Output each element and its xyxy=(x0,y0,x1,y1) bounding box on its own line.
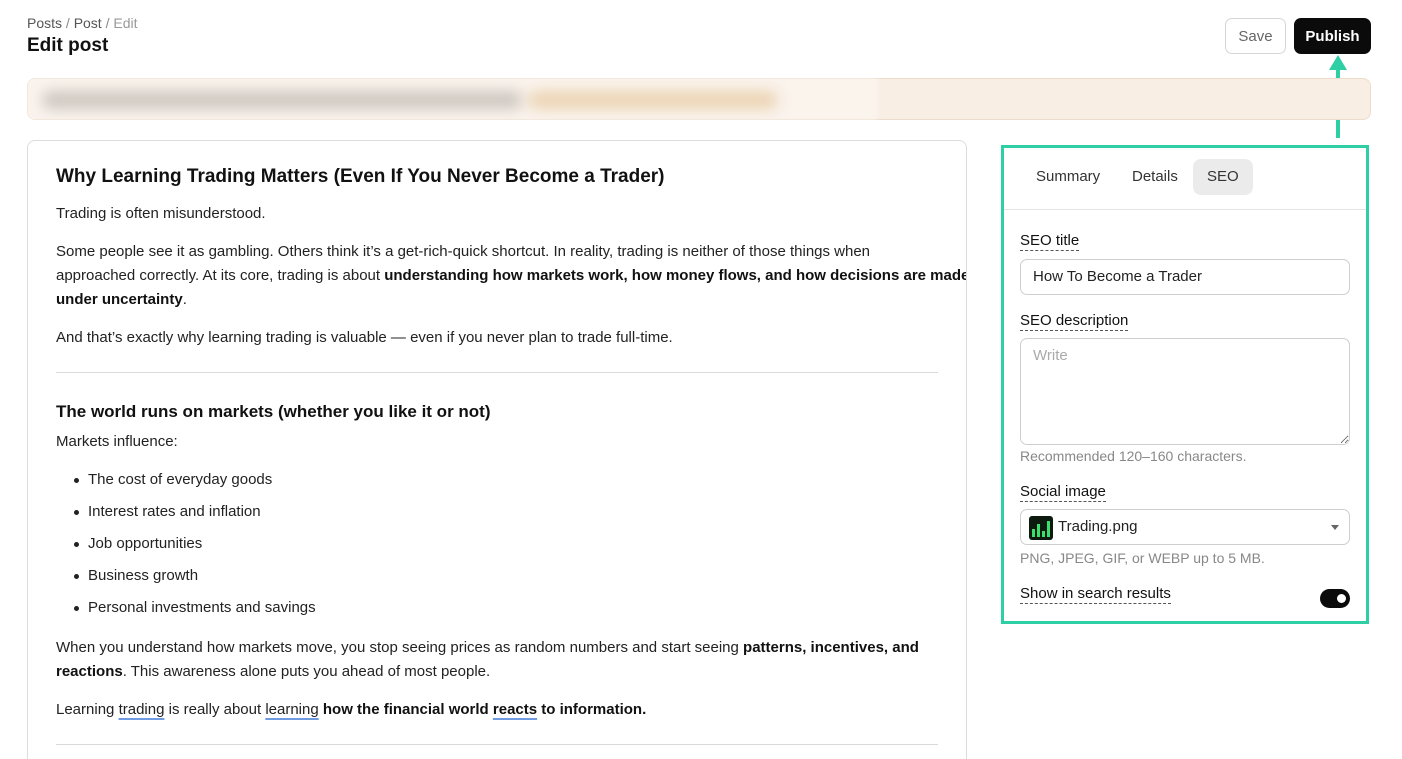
tab-details[interactable]: Details xyxy=(1118,159,1192,195)
search-results-toggle[interactable] xyxy=(1320,589,1350,608)
paragraph: Trading is often misunderstood. xyxy=(56,205,266,222)
spellcheck-word[interactable]: learning xyxy=(265,701,318,718)
bold-text: under uncertainty xyxy=(56,291,183,308)
paragraph-line: When you understand how markets move, yo… xyxy=(56,636,919,660)
text-run: is really about xyxy=(164,701,266,718)
seo-title-input[interactable]: How To Become a Trader xyxy=(1020,259,1350,295)
bold-text: how the financial world xyxy=(318,701,493,718)
image-thumbnail xyxy=(1029,516,1053,540)
list-item: Interest rates and inflation xyxy=(74,500,261,524)
spellcheck-word[interactable]: reacts xyxy=(493,701,537,718)
spellcheck-word[interactable]: trading xyxy=(119,701,165,718)
sidebar-tabs: Summary Details SEO xyxy=(1004,148,1366,210)
search-results-label: Show in search results xyxy=(1020,585,1171,604)
breadcrumb-separator: / xyxy=(105,15,110,31)
text-run: . This awareness alone puts you ahead of… xyxy=(122,663,491,680)
save-button[interactable]: Save xyxy=(1225,18,1286,54)
social-image-label: Social image xyxy=(1020,483,1106,502)
tab-summary[interactable]: Summary xyxy=(1022,159,1114,195)
tab-seo[interactable]: SEO xyxy=(1193,159,1253,195)
bold-text: to information. xyxy=(537,701,647,718)
seo-description-help: Recommended 120–160 characters. xyxy=(1020,448,1247,464)
paragraph-line: approached correctly. At its core, tradi… xyxy=(56,264,967,288)
bold-text: reactions xyxy=(56,663,123,680)
seo-description-label: SEO description xyxy=(1020,312,1129,331)
post-editor[interactable]: Why Learning Trading Matters (Even If Yo… xyxy=(27,140,967,759)
toggle-knob xyxy=(1337,594,1346,603)
breadcrumb: Posts / Post / Edit xyxy=(27,15,138,31)
text-run: When you understand how markets move, yo… xyxy=(56,639,744,656)
chevron-down-icon xyxy=(1331,525,1339,530)
bold-text: understanding how markets work, how mone… xyxy=(384,267,967,284)
list-item: Business growth xyxy=(73,564,198,588)
paragraph: Markets influence: xyxy=(56,433,178,450)
breadcrumb-post-link[interactable]: Post xyxy=(74,15,102,31)
divider xyxy=(56,372,938,373)
breadcrumb-posts-link[interactable]: Posts xyxy=(27,15,62,31)
seo-title-label: SEO title xyxy=(1020,232,1080,251)
section-heading: The world runs on markets (whether you l… xyxy=(56,402,491,421)
paragraph: And that’s exactly why learning trading … xyxy=(56,329,673,346)
list-item: Job opportunities xyxy=(73,532,202,556)
paragraph: Some people see it as gambling. Others t… xyxy=(56,243,871,260)
social-image-select[interactable]: Trading.png xyxy=(1020,509,1350,545)
social-image-filename: Trading.png xyxy=(1058,518,1138,535)
publish-button[interactable]: Publish xyxy=(1294,18,1371,54)
text-run: Learning xyxy=(56,701,119,718)
breadcrumb-current: Edit xyxy=(113,15,138,31)
social-image-help: PNG, JPEG, GIF, or WEBP up to 5 MB. xyxy=(1020,550,1265,566)
bold-text: patterns, incentives, and xyxy=(743,639,919,656)
seo-panel: Summary Details SEO SEO title How To Bec… xyxy=(1001,145,1369,624)
article-title: Why Learning Trading Matters (Even If Yo… xyxy=(56,166,665,187)
text-run: approached correctly. At its core, tradi… xyxy=(56,267,385,284)
list-item: Personal investments and savings xyxy=(74,596,316,620)
list-item: The cost of everyday goods xyxy=(73,468,272,492)
redaction-overlay xyxy=(24,66,878,124)
text-run: . xyxy=(182,291,187,308)
paragraph-line: reactions. This awareness alone puts you… xyxy=(56,660,490,684)
paragraph-line: Learning trading is really about learnin… xyxy=(56,698,646,722)
divider xyxy=(56,744,938,745)
seo-description-field[interactable] xyxy=(1020,338,1350,445)
paragraph-line: under uncertainty. xyxy=(56,288,187,312)
page-title: Edit post xyxy=(27,35,109,56)
breadcrumb-separator: / xyxy=(65,15,70,31)
